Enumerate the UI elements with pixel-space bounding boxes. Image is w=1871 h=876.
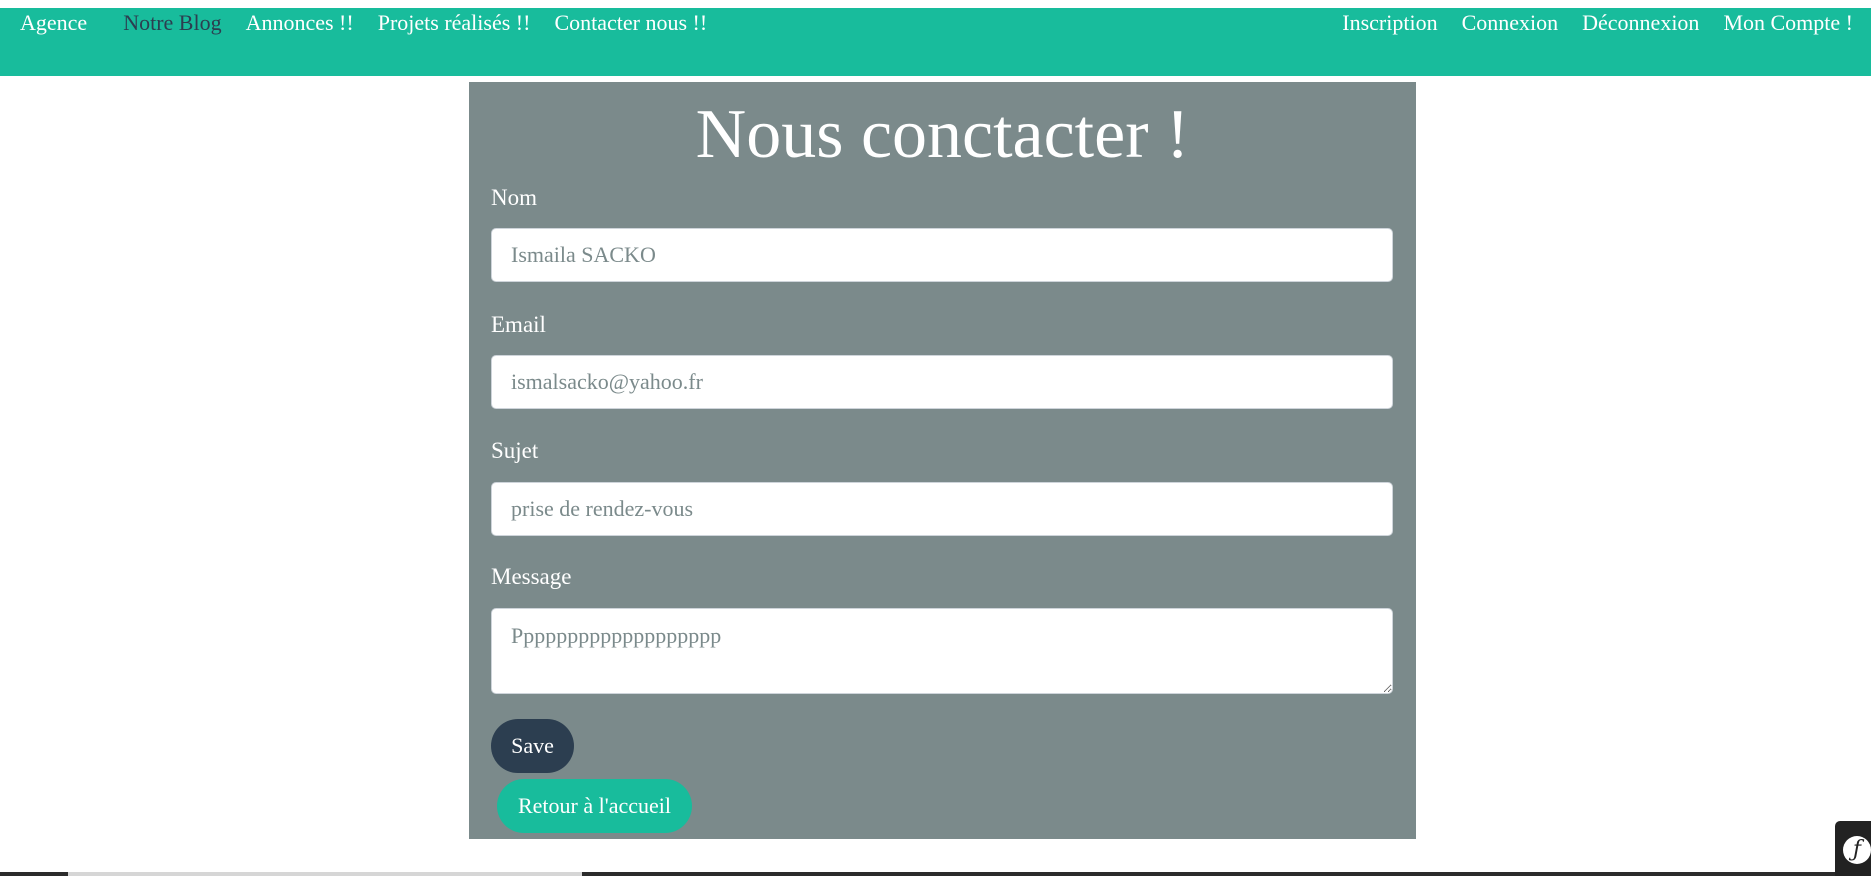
email-input[interactable]	[491, 355, 1393, 409]
horizontal-scrollbar[interactable]	[68, 872, 582, 876]
nav-left: Agence Notre Blog Annonces !! Projets ré…	[20, 8, 731, 38]
contact-form-panel: Nous conctacter ! Nom Email Sujet Messag…	[469, 82, 1416, 839]
save-button[interactable]: Save	[491, 719, 574, 773]
nom-input[interactable]	[491, 228, 1393, 282]
top-navbar: Agence Notre Blog Annonces !! Projets ré…	[0, 8, 1871, 76]
sujet-label: Sujet	[491, 438, 539, 463]
nav-link-mon-compte[interactable]: Mon Compte !	[1723, 10, 1853, 36]
nav-link-blog[interactable]: Notre Blog	[123, 10, 221, 36]
message-label: Message	[491, 564, 572, 589]
symfony-debug-toolbar-toggle[interactable]: ƒ	[1835, 821, 1871, 876]
nav-link-annonces[interactable]: Annonces !!	[246, 10, 354, 36]
page-title: Nous conctacter !	[695, 96, 1190, 173]
nav-brand-agence[interactable]: Agence	[20, 10, 87, 36]
nom-label: Nom	[491, 185, 537, 210]
email-label: Email	[491, 312, 546, 337]
nav-link-projets[interactable]: Projets réalisés !!	[378, 10, 531, 36]
sujet-input[interactable]	[491, 482, 1393, 536]
nav-right: Inscription Connexion Déconnexion Mon Co…	[1318, 8, 1853, 38]
nav-link-connexion[interactable]: Connexion	[1462, 10, 1559, 36]
nav-link-inscription[interactable]: Inscription	[1342, 10, 1437, 36]
message-textarea[interactable]: Ppppppppppppppppppp	[491, 608, 1393, 694]
nav-link-deconnexion[interactable]: Déconnexion	[1582, 10, 1699, 36]
nav-link-contact[interactable]: Contacter nous !!	[554, 10, 707, 36]
back-home-button[interactable]: Retour à l'accueil	[497, 779, 692, 833]
symfony-logo-icon: ƒ	[1843, 836, 1871, 864]
